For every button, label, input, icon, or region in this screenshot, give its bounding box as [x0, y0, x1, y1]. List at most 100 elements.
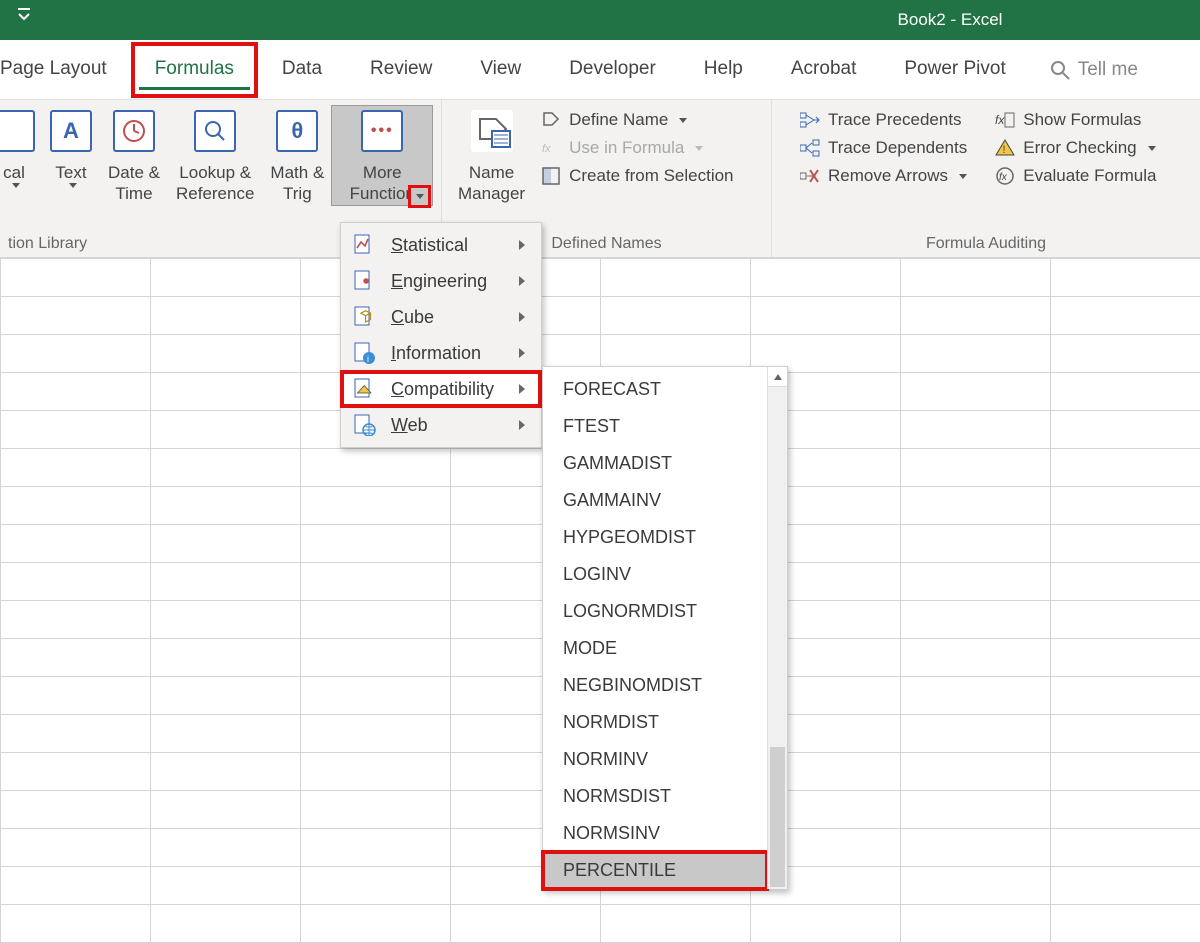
menu-item-engineering[interactable]: Engineering: [341, 263, 541, 299]
cell[interactable]: [1, 867, 151, 905]
cell[interactable]: [151, 373, 301, 411]
cell[interactable]: [1051, 601, 1200, 639]
button-name-manager[interactable]: Name Manager: [450, 106, 533, 205]
cell[interactable]: [151, 639, 301, 677]
function-item-mode[interactable]: MODE: [543, 630, 767, 667]
tab-help[interactable]: Help: [680, 42, 767, 98]
function-item-gammadist[interactable]: GAMMADIST: [543, 445, 767, 482]
cell[interactable]: [151, 753, 301, 791]
cell[interactable]: [1, 335, 151, 373]
cell[interactable]: [1051, 449, 1200, 487]
cell[interactable]: [751, 905, 901, 943]
cell[interactable]: [151, 525, 301, 563]
function-item-norminv[interactable]: NORMINV: [543, 741, 767, 778]
cell[interactable]: [901, 525, 1051, 563]
tab-acrobat[interactable]: Acrobat: [767, 42, 880, 98]
cell[interactable]: [1, 297, 151, 335]
cell[interactable]: [1, 411, 151, 449]
cell[interactable]: [601, 297, 751, 335]
tab-data[interactable]: Data: [258, 42, 346, 98]
cell[interactable]: [901, 677, 1051, 715]
cell[interactable]: [151, 335, 301, 373]
cell[interactable]: [301, 753, 451, 791]
cell[interactable]: [901, 791, 1051, 829]
tab-formulas[interactable]: Formulas: [131, 42, 258, 98]
cell[interactable]: [1, 677, 151, 715]
function-item-lognormdist[interactable]: LOGNORMDIST: [543, 593, 767, 630]
cell[interactable]: [901, 867, 1051, 905]
function-item-gammainv[interactable]: GAMMAINV: [543, 482, 767, 519]
button-trace-dependents[interactable]: Trace Dependents: [800, 138, 967, 158]
cell[interactable]: [151, 563, 301, 601]
cell[interactable]: [1051, 715, 1200, 753]
cell[interactable]: [151, 601, 301, 639]
cell[interactable]: [301, 905, 451, 943]
cell[interactable]: [1, 525, 151, 563]
function-item-forecast[interactable]: FORECAST: [543, 371, 767, 408]
menu-item-cube[interactable]: Cube: [341, 299, 541, 335]
cell[interactable]: [1051, 335, 1200, 373]
cell[interactable]: [151, 487, 301, 525]
button-remove-arrows[interactable]: Remove Arrows: [800, 166, 967, 186]
cell[interactable]: [151, 867, 301, 905]
cell[interactable]: [301, 601, 451, 639]
cell[interactable]: [901, 601, 1051, 639]
cell[interactable]: [151, 677, 301, 715]
cell[interactable]: [901, 335, 1051, 373]
cell[interactable]: [301, 829, 451, 867]
cell[interactable]: [901, 297, 1051, 335]
cell[interactable]: [1, 259, 151, 297]
cell[interactable]: [1051, 487, 1200, 525]
scrollbar-thumb[interactable]: [770, 747, 785, 887]
function-item-normsdist[interactable]: NORMSDIST: [543, 778, 767, 815]
scroll-up-button[interactable]: [768, 367, 787, 387]
cell[interactable]: [901, 753, 1051, 791]
tab-page-layout[interactable]: Page Layout: [0, 42, 131, 98]
cell[interactable]: [301, 563, 451, 601]
cell[interactable]: [1, 829, 151, 867]
cell[interactable]: [1051, 639, 1200, 677]
more-functions-dropdown-arrow[interactable]: [411, 188, 428, 205]
menu-item-information[interactable]: i Information: [341, 335, 541, 371]
function-item-loginv[interactable]: LOGINV: [543, 556, 767, 593]
cell[interactable]: [751, 259, 901, 297]
cell[interactable]: [1051, 563, 1200, 601]
cell[interactable]: [1, 791, 151, 829]
tab-developer[interactable]: Developer: [545, 42, 680, 98]
cell[interactable]: [1, 639, 151, 677]
menu-item-compatibility[interactable]: Compatibility: [341, 371, 541, 407]
tab-view[interactable]: View: [456, 42, 545, 98]
cell[interactable]: [151, 715, 301, 753]
cell[interactable]: [1051, 791, 1200, 829]
cell[interactable]: [1051, 753, 1200, 791]
cell[interactable]: [901, 563, 1051, 601]
cell[interactable]: [1, 373, 151, 411]
cell[interactable]: [1051, 905, 1200, 943]
menu-item-statistical[interactable]: Statistical: [341, 227, 541, 263]
cell[interactable]: [901, 829, 1051, 867]
cell[interactable]: [301, 639, 451, 677]
cell[interactable]: [1, 601, 151, 639]
cell[interactable]: [901, 449, 1051, 487]
function-item-ftest[interactable]: FTEST: [543, 408, 767, 445]
button-show-formulas[interactable]: fx Show Formulas: [995, 110, 1156, 130]
cell[interactable]: [301, 867, 451, 905]
cell[interactable]: [1051, 677, 1200, 715]
function-item-negbinomdist[interactable]: NEGBINOMDIST: [543, 667, 767, 704]
cell[interactable]: [1, 905, 151, 943]
cell[interactable]: [301, 449, 451, 487]
button-trace-precedents[interactable]: Trace Precedents: [800, 110, 967, 130]
cell[interactable]: [151, 449, 301, 487]
cell[interactable]: [901, 715, 1051, 753]
button-more-functions[interactable]: ••• More Function: [332, 106, 432, 205]
submenu-scrollbar[interactable]: [767, 367, 787, 889]
cell[interactable]: [1051, 867, 1200, 905]
cell[interactable]: [1, 753, 151, 791]
cell[interactable]: [151, 259, 301, 297]
tab-review[interactable]: Review: [346, 42, 456, 98]
cell[interactable]: [901, 411, 1051, 449]
cell[interactable]: [1, 449, 151, 487]
function-item-percentile[interactable]: PERCENTILE: [543, 852, 767, 889]
button-date-time[interactable]: Date & Time: [100, 106, 168, 205]
tab-power-pivot[interactable]: Power Pivot: [880, 42, 1029, 98]
